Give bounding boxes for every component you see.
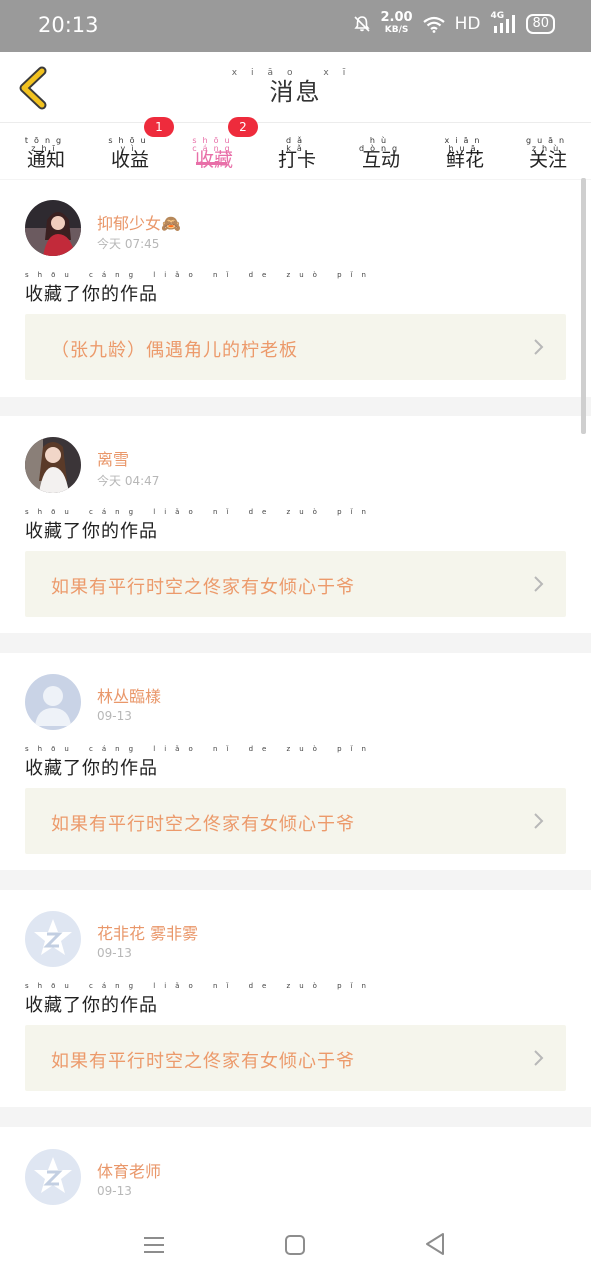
action-text: shōu cáng liǎo nǐ de zuò pǐn 收藏了你的作品 <box>25 271 375 306</box>
message-card[interactable]: 离雪 今天 04:47 shōu cáng liǎo nǐ de zuò pǐn… <box>0 416 591 633</box>
page-title-pinyin: xiāo xī <box>231 68 360 78</box>
status-bar: 20:13 2.00 KB/S HD 4G 80 <box>0 0 591 52</box>
tab-pinyin: hù dòng <box>359 136 404 153</box>
tab-checkin[interactable]: dǎ kǎ 打卡 <box>275 137 319 172</box>
tab-label: 收藏 <box>194 149 233 171</box>
tab-pinyin: shōu yì <box>108 136 152 153</box>
username[interactable]: 花非花 雾非雾 <box>97 920 198 944</box>
menu-icon[interactable] <box>142 1235 166 1255</box>
tab-earnings-badge: 1 <box>144 117 174 137</box>
tab-label: 通知 <box>26 149 65 171</box>
username[interactable]: 体育老师 <box>97 1158 161 1182</box>
chevron-right-icon <box>534 1050 544 1066</box>
action-label: 收藏了你的作品 <box>25 284 158 305</box>
work-link[interactable]: 如果有平行时空之佟家有女倾心于爷 <box>25 551 566 617</box>
tab-label: 鲜花 <box>445 149 484 171</box>
default-user-avatar-icon <box>25 674 81 730</box>
tab-pinyin: guān zhù <box>526 136 571 153</box>
header: xiāo xī 消息 <box>0 52 591 122</box>
tab-pinyin: shōu cáng <box>192 136 236 153</box>
work-title: 如果有平行时空之佟家有女倾心于爷 <box>51 577 355 598</box>
tab-follow[interactable]: guān zhù 关注 <box>526 137 570 172</box>
avatar[interactable] <box>25 437 81 493</box>
message-time: 09-13 <box>97 709 132 723</box>
tab-label: 关注 <box>528 149 567 171</box>
message-card[interactable]: 花非花 雾非雾 09-13 shōu cáng liǎo nǐ de zuò p… <box>0 890 591 1107</box>
tab-bar: tōng zhī 通知 shōu yì 收益 shōu cáng 收藏 dǎ k… <box>0 122 591 179</box>
home-icon[interactable] <box>284 1234 306 1256</box>
status-icons: 2.00 KB/S HD 4G 80 <box>353 10 555 36</box>
message-time: 09-13 <box>97 1184 132 1198</box>
action-pinyin: shōu cáng liǎo nǐ de zuò pǐn <box>25 508 375 516</box>
speed-value: 2.00 <box>380 10 413 25</box>
tab-label: 互动 <box>361 149 400 171</box>
work-link[interactable]: （张九龄）偶遇角儿的柠老板 <box>25 314 566 380</box>
action-label: 收藏了你的作品 <box>25 758 158 779</box>
work-link[interactable]: 如果有平行时空之佟家有女倾心于爷 <box>25 1025 566 1091</box>
message-card[interactable]: 体育老师 09-13 <box>0 1127 591 1210</box>
page-title: xiāo xī 消息 <box>0 68 591 107</box>
work-title: 如果有平行时空之佟家有女倾心于爷 <box>51 814 355 835</box>
work-title: 如果有平行时空之佟家有女倾心于爷 <box>51 1051 355 1072</box>
tab-notice[interactable]: tōng zhī 通知 <box>24 137 68 172</box>
message-time: 09-13 <box>97 946 132 960</box>
avatar[interactable] <box>25 200 81 256</box>
avatar-photo-icon <box>25 200 81 256</box>
message-card[interactable]: 林丛臨樣 09-13 shōu cáng liǎo nǐ de zuò pǐn … <box>0 653 591 870</box>
scrollbar[interactable] <box>581 178 586 434</box>
work-title: （张九龄）偶遇角儿的柠老板 <box>51 340 298 361</box>
tab-pinyin: tōng zhī <box>24 136 68 153</box>
action-text: shōu cáng liǎo nǐ de zuò pǐn 收藏了你的作品 <box>25 508 375 543</box>
username[interactable]: 林丛臨樣 <box>97 683 161 707</box>
chevron-right-icon <box>534 576 544 592</box>
avatar[interactable] <box>25 674 81 730</box>
system-nav-bar <box>0 1210 591 1280</box>
signal-icon <box>494 15 516 33</box>
page-title-text: 消息 <box>269 78 322 106</box>
tab-earnings[interactable]: shōu yì 收益 <box>108 137 152 172</box>
action-pinyin: shōu cáng liǎo nǐ de zuò pǐn <box>25 271 375 279</box>
default-z-avatar-icon <box>25 1149 81 1205</box>
speed-unit: KB/S <box>384 25 409 35</box>
tab-favorites[interactable]: shōu cáng 收藏 <box>192 137 236 172</box>
back-triangle-icon[interactable] <box>424 1232 446 1256</box>
message-time: 今天 04:47 <box>97 474 160 488</box>
tab-label: 收益 <box>110 149 149 171</box>
chevron-right-icon <box>534 339 544 355</box>
username[interactable]: 抑郁少女🙈 <box>97 210 181 234</box>
avatar-photo-icon <box>25 437 81 493</box>
message-card[interactable]: 抑郁少女🙈 今天 07:45 shōu cáng liǎo nǐ de zuò … <box>0 180 591 397</box>
tab-flowers[interactable]: xiān huā 鲜花 <box>443 137 487 172</box>
hd-indicator: HD <box>454 14 481 34</box>
battery-indicator: 80 <box>526 14 555 34</box>
action-label: 收藏了你的作品 <box>25 995 158 1016</box>
avatar[interactable] <box>25 911 81 967</box>
tab-pinyin: dǎ kǎ <box>286 136 308 153</box>
action-pinyin: shōu cáng liǎo nǐ de zuò pǐn <box>25 745 375 753</box>
status-time: 20:13 <box>38 13 99 37</box>
bell-off-icon <box>353 16 370 32</box>
network-speed: 2.00 KB/S <box>380 10 413 36</box>
default-z-avatar-icon <box>25 911 81 967</box>
action-pinyin: shōu cáng liǎo nǐ de zuò pǐn <box>25 982 375 990</box>
active-tab-indicator <box>196 162 227 165</box>
tab-interaction[interactable]: hù dòng 互动 <box>359 137 403 172</box>
username[interactable]: 离雪 <box>97 446 129 470</box>
action-text: shōu cáng liǎo nǐ de zuò pǐn 收藏了你的作品 <box>25 982 375 1017</box>
avatar[interactable] <box>25 1149 81 1205</box>
tab-label: 打卡 <box>277 149 316 171</box>
action-label: 收藏了你的作品 <box>25 521 158 542</box>
wifi-icon <box>422 16 445 33</box>
message-time: 今天 07:45 <box>97 237 160 251</box>
chevron-right-icon <box>534 813 544 829</box>
action-text: shōu cáng liǎo nǐ de zuò pǐn 收藏了你的作品 <box>25 745 375 780</box>
network-type: 4G <box>490 11 516 34</box>
work-link[interactable]: 如果有平行时空之佟家有女倾心于爷 <box>25 788 566 854</box>
tab-favorites-badge: 2 <box>228 117 258 137</box>
tab-pinyin: xiān huā <box>444 136 486 153</box>
